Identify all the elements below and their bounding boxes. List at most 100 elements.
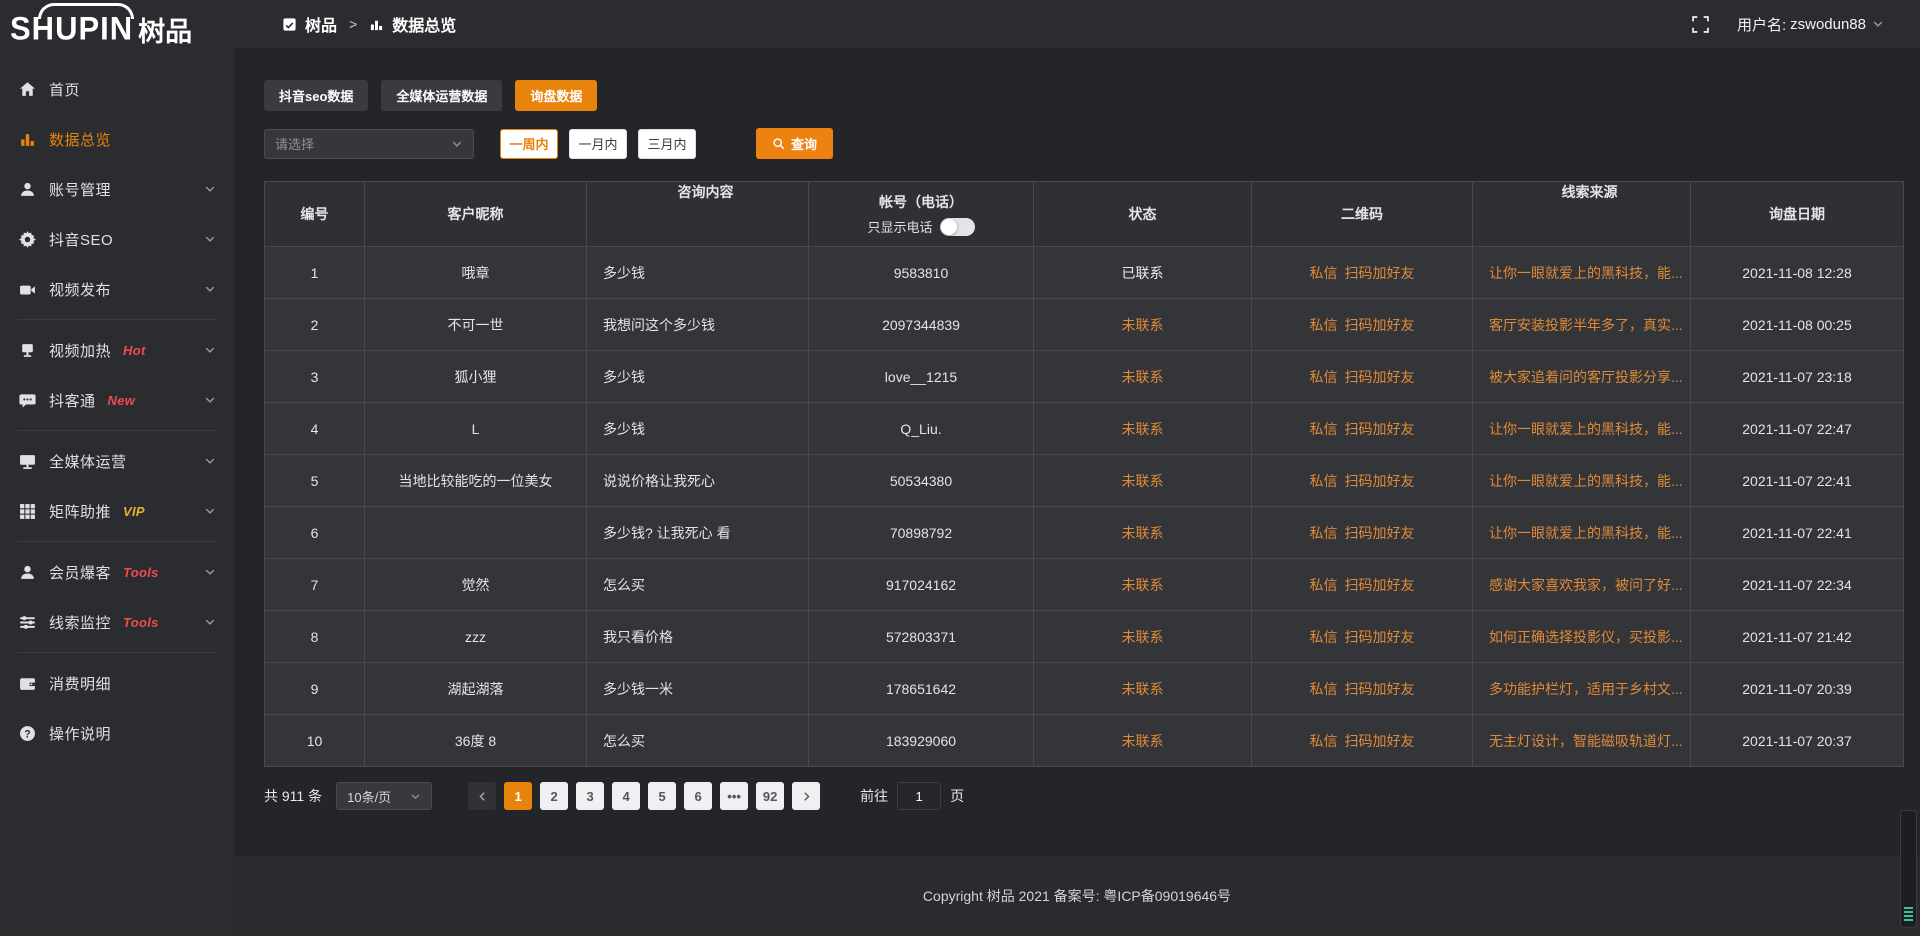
qr-link[interactable]: 扫码加好友: [1345, 679, 1415, 699]
source-link[interactable]: 让你一眼就爱上的黑科技，能...: [1489, 419, 1683, 439]
qr-link[interactable]: 扫码加好友: [1345, 523, 1415, 543]
source-link[interactable]: 客厅安装投影半年多了，真实...: [1489, 315, 1683, 335]
query-button[interactable]: 查询: [756, 128, 833, 159]
source-link[interactable]: 被大家追着问的客厅投影分享...: [1489, 367, 1683, 387]
question-icon: ?: [18, 724, 36, 742]
nickname-cell: 当地比较能吃的一位美女: [365, 454, 587, 506]
range-button-0[interactable]: 一周内: [500, 129, 558, 159]
gear-icon: [18, 230, 36, 248]
col-header-account-title: 帐号（电话）: [879, 192, 963, 212]
breadcrumb-root[interactable]: 树品: [305, 12, 337, 36]
qr-link[interactable]: 私信: [1310, 315, 1338, 335]
sidebar-item-15[interactable]: 消费明细: [0, 658, 234, 708]
sidebar-item-0[interactable]: 首页: [0, 64, 234, 114]
qr-link[interactable]: 私信: [1310, 263, 1338, 283]
source-link[interactable]: 让你一眼就爱上的黑科技，能...: [1489, 523, 1683, 543]
source-cell: 如何正确选择投影仪，买投影...: [1473, 610, 1691, 662]
page-button-3[interactable]: 3: [576, 782, 604, 810]
chevron-down-icon: [1872, 18, 1884, 30]
page-ellipsis-button[interactable]: •••: [720, 782, 748, 810]
user-menu[interactable]: 用户名: zswodun88: [1737, 14, 1884, 35]
tab-0[interactable]: 抖音seo数据: [264, 80, 368, 111]
brand-logo[interactable]: SHUPIN 树品: [0, 0, 234, 58]
status-cell: 未联系: [1034, 714, 1252, 766]
sidebar-item-9[interactable]: 全媒体运营: [0, 436, 234, 486]
page-button-5[interactable]: 5: [648, 782, 676, 810]
tab-1[interactable]: 全媒体运营数据: [381, 80, 502, 111]
range-button-2[interactable]: 三月内: [638, 129, 696, 159]
qr-link[interactable]: 私信: [1310, 471, 1338, 491]
app-square-icon: [282, 17, 297, 32]
source-link[interactable]: 感谢大家喜欢我家，被问了好...: [1489, 575, 1683, 595]
sidebar-item-12[interactable]: 会员爆客Tools: [0, 547, 234, 597]
sidebar-item-label: 视频发布: [49, 279, 111, 300]
table-row: 9湖起湖落多少钱一米178651642未联系私信扫码加好友多功能护栏灯，适用于乡…: [265, 662, 1903, 714]
nickname-cell: 不可一世: [365, 298, 587, 350]
qr-link[interactable]: 扫码加好友: [1345, 627, 1415, 647]
next-page-button[interactable]: [792, 782, 820, 810]
sidebar-item-10[interactable]: 矩阵助推VIP: [0, 486, 234, 536]
chevron-down-icon: [451, 138, 463, 150]
source-link[interactable]: 让你一眼就爱上的黑科技，能...: [1489, 471, 1683, 491]
page-size-select[interactable]: 10条/页: [336, 782, 432, 810]
breadcrumb: 树品 > 数据总览: [282, 12, 456, 36]
tab-2[interactable]: 询盘数据: [515, 80, 597, 111]
source-link[interactable]: 无主灯设计，智能磁吸轨道灯...: [1489, 731, 1683, 751]
date-cell: 2021-11-07 21:42: [1691, 610, 1903, 662]
page-button-92[interactable]: 92: [756, 782, 784, 810]
source-cell: 客厅安装投影半年多了，真实...: [1473, 298, 1691, 350]
sidebar-item-7[interactable]: 抖客通New: [0, 375, 234, 425]
phone-only-toggle[interactable]: [940, 218, 975, 236]
sidebar-item-16[interactable]: ? 操作说明: [0, 708, 234, 758]
source-link[interactable]: 让你一眼就爱上的黑科技，能...: [1489, 263, 1683, 283]
page-button-2[interactable]: 2: [540, 782, 568, 810]
floating-widget[interactable]: [1900, 810, 1917, 928]
qr-link[interactable]: 扫码加好友: [1345, 419, 1415, 439]
chat-icon: [18, 391, 36, 409]
date-cell: 2021-11-07 20:37: [1691, 714, 1903, 766]
qr-link[interactable]: 扫码加好友: [1345, 315, 1415, 335]
page-button-4[interactable]: 4: [612, 782, 640, 810]
status-cell: 已联系: [1034, 246, 1252, 298]
page-button-6[interactable]: 6: [684, 782, 712, 810]
sidebar-item-2[interactable]: 账号管理: [0, 164, 234, 214]
fullscreen-icon[interactable]: [1692, 16, 1709, 33]
sidebar-item-label: 视频加热: [49, 340, 111, 361]
sidebar-item-4[interactable]: 视频发布: [0, 264, 234, 314]
qr-link[interactable]: 私信: [1310, 627, 1338, 647]
account-cell: 9583810: [809, 246, 1034, 298]
qr-link[interactable]: 扫码加好友: [1345, 367, 1415, 387]
content-cell: 说说价格让我死心: [587, 454, 809, 506]
qr-link[interactable]: 私信: [1310, 575, 1338, 595]
qr-link[interactable]: 私信: [1310, 523, 1338, 543]
filter-select[interactable]: 请选择: [264, 129, 474, 159]
monitor-icon: [18, 452, 36, 470]
qr-link[interactable]: 私信: [1310, 367, 1338, 387]
page-buttons: 123456 ••• 92: [504, 782, 784, 810]
account-cell: 917024162: [809, 558, 1034, 610]
sidebar-item-label: 数据总览: [49, 129, 111, 150]
qr-link[interactable]: 扫码加好友: [1345, 575, 1415, 595]
sidebar-item-3[interactable]: 抖音SEO: [0, 214, 234, 264]
status-cell: 未联系: [1034, 298, 1252, 350]
source-cell: 让你一眼就爱上的黑科技，能...: [1473, 246, 1691, 298]
qr-link[interactable]: 扫码加好友: [1345, 263, 1415, 283]
sidebar-item-label: 操作说明: [49, 723, 111, 744]
goto-page-input[interactable]: [897, 782, 941, 810]
qr-link[interactable]: 私信: [1310, 679, 1338, 699]
qr-link[interactable]: 私信: [1310, 419, 1338, 439]
qr-link[interactable]: 私信: [1310, 731, 1338, 751]
prev-page-button[interactable]: [468, 782, 496, 810]
wallet-icon: [18, 674, 36, 692]
range-button-1[interactable]: 一月内: [569, 129, 627, 159]
col-header-id: 编号: [265, 182, 365, 246]
source-link[interactable]: 如何正确选择投影仪，买投影...: [1489, 627, 1683, 647]
source-link[interactable]: 多功能护栏灯，适用于乡村文...: [1489, 679, 1683, 699]
chevron-down-icon: [204, 283, 216, 295]
qr-link[interactable]: 扫码加好友: [1345, 471, 1415, 491]
sidebar-item-1[interactable]: 数据总览: [0, 114, 234, 164]
qr-link[interactable]: 扫码加好友: [1345, 731, 1415, 751]
page-button-1[interactable]: 1: [504, 782, 532, 810]
sidebar-item-13[interactable]: 线索监控Tools: [0, 597, 234, 647]
sidebar-item-6[interactable]: 视频加热Hot: [0, 325, 234, 375]
